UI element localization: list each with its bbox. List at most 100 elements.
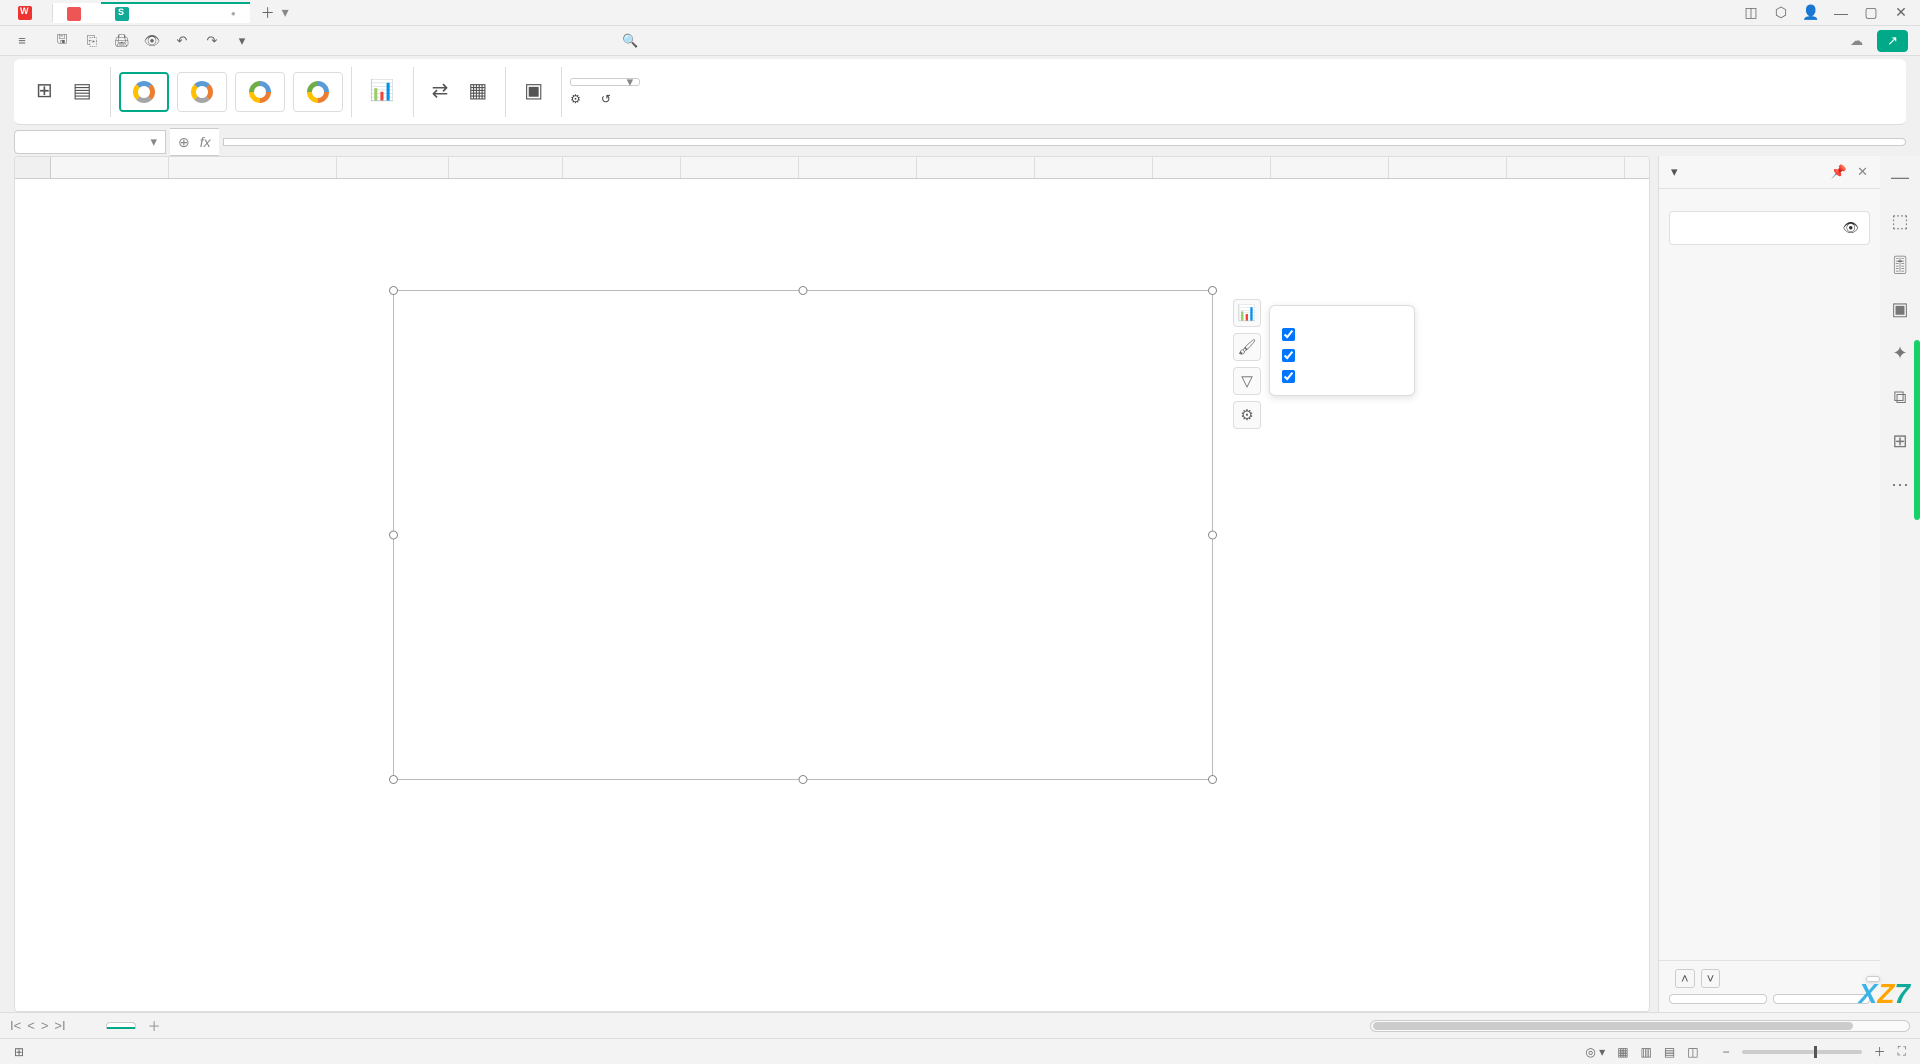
fx-icon[interactable]: fx (200, 134, 211, 150)
rail-collapse-icon[interactable]: — (1889, 166, 1911, 188)
save-icon[interactable]: 🖫 (52, 30, 72, 52)
rail-more-icon[interactable]: ⋯ (1889, 474, 1911, 496)
chart-settings-btn[interactable]: ⚙ (1233, 401, 1261, 429)
stack-up-btn[interactable]: ˄ (1675, 969, 1695, 988)
horizontal-scrollbar[interactable] (1370, 1020, 1910, 1032)
fullscreen-btn[interactable]: ⛶ (1898, 1044, 1906, 1059)
switch-rowcol-button[interactable]: ⇄ (422, 78, 459, 105)
add-element-button[interactable]: ⊞ (26, 78, 63, 105)
col-header-I[interactable] (1035, 157, 1153, 178)
sheet-prev-btn[interactable]: < (27, 1018, 35, 1033)
find-template-tab[interactable] (53, 3, 101, 23)
rail-fx-icon[interactable]: ✦ (1889, 342, 1911, 364)
set-format-button[interactable]: ⚙ (570, 92, 585, 106)
chart-style-btn[interactable]: 🖌 (1233, 333, 1261, 361)
chart-elements-btn[interactable]: 📊 (1233, 299, 1261, 327)
select-all-corner[interactable] (15, 157, 51, 178)
modified-indicator[interactable]: ☁ (1850, 33, 1867, 49)
status-pagelayout-icon[interactable]: ▤ (1664, 1045, 1675, 1059)
chart-style-gallery[interactable] (119, 72, 343, 112)
user-avatar[interactable]: 👤 (1802, 4, 1820, 21)
col-header-E[interactable] (563, 157, 681, 178)
chart-filter-btn[interactable]: ▽ (1233, 367, 1261, 395)
col-header-M[interactable] (1507, 157, 1625, 178)
maximize-btn[interactable]: ▢ (1862, 4, 1880, 21)
col-header-F[interactable] (681, 157, 799, 178)
sheet-next-btn[interactable]: > (41, 1018, 49, 1033)
col-header-J[interactable] (1153, 157, 1271, 178)
print-icon[interactable]: 🖨 (112, 33, 132, 49)
tab-dropdown[interactable]: ▾ (282, 4, 289, 21)
app-tab[interactable] (4, 4, 53, 22)
chart-area-dropdown[interactable] (570, 78, 640, 86)
rail-layout-icon[interactable]: ⊞ (1889, 430, 1911, 452)
change-type-button[interactable]: 📊 (360, 78, 405, 105)
popup-opt-datalabels[interactable] (1270, 345, 1414, 366)
redo-icon[interactable]: ↷ (202, 33, 222, 49)
resize-handle[interactable] (1208, 775, 1217, 784)
col-header-C[interactable] (337, 157, 449, 178)
panel-icon[interactable]: ◫ (1742, 4, 1760, 21)
resize-handle[interactable] (1208, 286, 1217, 295)
style-thumb-3[interactable] (235, 72, 285, 112)
stack-down-btn[interactable]: ˅ (1701, 969, 1721, 988)
zoom-fx-icon[interactable]: ⊕ (178, 134, 190, 151)
status-grid-icon[interactable]: ▦ (1617, 1045, 1628, 1059)
document-tab[interactable]: • (101, 2, 250, 23)
resize-handle[interactable] (389, 286, 398, 295)
status-reading-icon[interactable]: ▥ (1641, 1045, 1652, 1059)
show-all-btn[interactable] (1669, 994, 1767, 1004)
status-split-icon[interactable]: ◫ (1687, 1045, 1698, 1059)
close-btn[interactable]: ✕ (1892, 4, 1910, 21)
select-data-button[interactable]: ▦ (458, 78, 497, 105)
rail-link-icon[interactable]: ⧉ (1889, 386, 1911, 408)
chart-object[interactable] (393, 290, 1213, 780)
sheet-last-btn[interactable]: >I (54, 1018, 65, 1033)
reset-style-button[interactable]: ↺ (601, 92, 615, 106)
style-thumb-4[interactable] (293, 72, 343, 112)
add-tab-btn[interactable]: ＋ (258, 3, 278, 23)
rail-select-icon[interactable]: ⬚ (1889, 210, 1911, 232)
rail-layers-icon[interactable]: ▣ (1889, 298, 1911, 320)
object-list-item[interactable]: 👁 (1669, 211, 1870, 245)
col-header-L[interactable] (1389, 157, 1507, 178)
style-thumb-1[interactable] (119, 72, 169, 112)
move-chart-button[interactable]: ▣ (514, 78, 553, 105)
zoom-slider[interactable] (1742, 1050, 1862, 1054)
spreadsheet-grid[interactable]: 📊 🖌 ▽ ⚙ (14, 156, 1650, 1012)
resize-handle[interactable] (389, 775, 398, 784)
pin-icon[interactable]: 📌 (1831, 164, 1847, 180)
search-icon[interactable]: 🔍 (622, 33, 638, 49)
col-header-H[interactable] (917, 157, 1035, 178)
donut-chart[interactable] (534, 369, 894, 732)
minimize-btn[interactable]: — (1832, 5, 1850, 21)
style-thumb-2[interactable] (177, 72, 227, 112)
popup-opt-title[interactable] (1270, 324, 1414, 345)
col-header-D[interactable] (449, 157, 563, 178)
close-pane-icon[interactable]: ✕ (1857, 164, 1868, 180)
export-icon[interactable]: ⎘ (82, 33, 102, 49)
formula-bar[interactable] (223, 138, 1906, 146)
status-eye-icon[interactable]: ◎ ▾ (1585, 1045, 1605, 1059)
qat-dropdown[interactable]: ▾ (232, 33, 252, 49)
cube-icon[interactable]: ⬡ (1772, 4, 1790, 21)
resize-handle[interactable] (1208, 531, 1217, 540)
hide-all-btn[interactable] (1773, 994, 1871, 1004)
popup-opt-legend[interactable] (1270, 366, 1414, 387)
rail-tune-icon[interactable]: 🎚 (1889, 254, 1911, 276)
col-header-B[interactable] (169, 157, 337, 178)
sheet-first-btn[interactable]: I< (10, 1018, 21, 1033)
col-header-A[interactable] (51, 157, 169, 178)
col-header-K[interactable] (1271, 157, 1389, 178)
resize-handle[interactable] (799, 286, 808, 295)
sheet-tab-sheet1[interactable] (106, 1022, 136, 1029)
add-sheet-btn[interactable]: ＋ (148, 1016, 161, 1035)
status-mode-icon[interactable]: ⊞ (14, 1045, 24, 1059)
sheet-tab-sheet2[interactable] (72, 1023, 100, 1029)
resize-handle[interactable] (389, 531, 398, 540)
undo-icon[interactable]: ↶ (172, 33, 192, 49)
quick-layout-button[interactable]: ▤ (63, 78, 102, 105)
name-box[interactable] (14, 130, 166, 154)
share-button[interactable]: ↗ (1877, 30, 1908, 52)
preview-icon[interactable]: 👁 (142, 33, 162, 49)
